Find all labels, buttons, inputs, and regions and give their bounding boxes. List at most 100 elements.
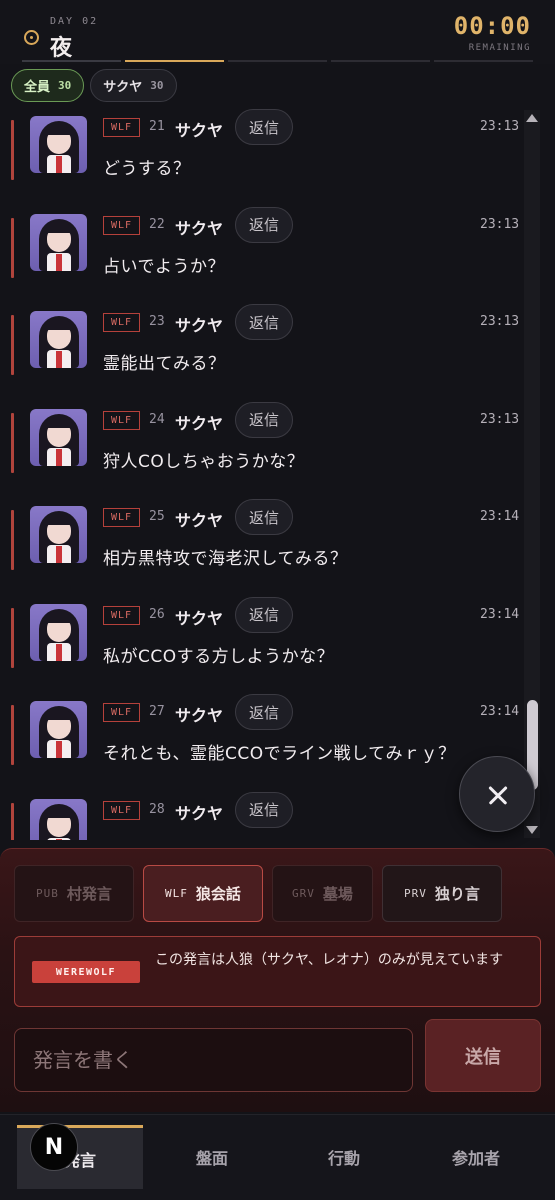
- channel-code: PUB: [36, 887, 59, 900]
- message-row: WLF 22 サクヤ 返信 23:13 占いでようか？: [0, 206, 520, 312]
- channel-color-bar: [11, 510, 14, 570]
- visibility-notice-text: この発言は人狼（サクヤ、レオナ）のみが見えています: [155, 952, 504, 968]
- message-text: 相方黒特攻で海老沢してみる？: [103, 549, 348, 569]
- progress-segment: [434, 60, 533, 62]
- avatar[interactable]: [30, 408, 87, 466]
- message-row: WLF 25 サクヤ 返信 23:14 相方黒特攻で海老沢してみる？: [0, 499, 520, 604]
- message-time: 23:14: [480, 704, 520, 719]
- avatar-ribbon: [56, 156, 62, 173]
- message-number: 22: [149, 216, 165, 232]
- filter-chip-label: サクヤ: [103, 80, 143, 95]
- message-number: 21: [149, 119, 165, 134]
- channel-badge: WLF: [103, 605, 140, 625]
- channel-label: 独り言: [434, 885, 480, 903]
- filter-chip-count: 30: [150, 79, 164, 92]
- avatar-ribbon: [56, 741, 62, 758]
- nav-tab-action[interactable]: 行動: [281, 1125, 407, 1189]
- message-text: 占いでようか？: [103, 256, 225, 277]
- speaker-name: サクヤ: [175, 706, 224, 725]
- channel-code: WLF: [165, 887, 188, 900]
- message-number: 25: [149, 509, 165, 524]
- progress-segment: [125, 60, 224, 62]
- channel-code: GRV: [292, 887, 315, 900]
- speaker-name: サクヤ: [175, 121, 224, 140]
- reply-button[interactable]: 返信: [235, 499, 293, 535]
- avatar[interactable]: [30, 116, 87, 173]
- message-text: それとも、霊能CCOでライン戦してみｒｙ？: [103, 744, 456, 764]
- avatar-ribbon: [56, 838, 62, 840]
- message-number: 24: [149, 411, 165, 427]
- message-time: 23:13: [480, 216, 520, 232]
- reply-button[interactable]: 返信: [235, 694, 293, 730]
- speaker-name: サクヤ: [175, 413, 224, 433]
- message-list[interactable]: WLF 21 サクヤ 返信 23:13 どうする？ WLF 22 サクヤ 返信 23:13 占いでよう…: [0, 108, 520, 840]
- phase-progress: [22, 60, 533, 62]
- filter-chip-sakuya[interactable]: サクヤ 30: [90, 69, 177, 102]
- channel-tab-grv[interactable]: GRV 墓場: [272, 865, 373, 922]
- channel-badge: WLF: [103, 800, 140, 820]
- channel-color-bar: [11, 315, 14, 375]
- channel-tab-pub[interactable]: PUB 村発言: [14, 865, 134, 922]
- scroll-up-arrow-icon[interactable]: [526, 114, 538, 122]
- message-time: 23:13: [480, 314, 520, 329]
- nav-tab-label: 行動: [327, 1149, 360, 1168]
- header: DAY 02 夜 00:00 REMAINING: [0, 0, 555, 64]
- avatar[interactable]: [30, 798, 87, 840]
- reply-button[interactable]: 返信: [235, 401, 293, 438]
- avatar-fringe: [45, 223, 73, 233]
- countdown-timer: 00:00: [453, 12, 531, 40]
- channel-code: PRV: [404, 887, 427, 900]
- channel-badge: WLF: [103, 118, 140, 137]
- avatar[interactable]: [30, 603, 87, 661]
- channel-label: 墓場: [322, 885, 353, 903]
- message-row: WLF 28 サクヤ返信何か面白い奇策がしたいわ: [0, 791, 520, 841]
- avatar-fringe: [45, 516, 73, 525]
- n-logo-icon[interactable]: N: [30, 1123, 78, 1171]
- channel-tab-wlf[interactable]: WLF 狼会話: [143, 865, 263, 922]
- avatar-fringe: [45, 321, 73, 330]
- message-row: WLF 23 サクヤ 返信 23:13 霊能出てみる？: [0, 304, 520, 409]
- progress-segment: [22, 60, 121, 62]
- reply-button[interactable]: 返信: [235, 304, 293, 340]
- filter-chip-label: 全員: [24, 80, 51, 95]
- avatar-fringe: [45, 808, 73, 818]
- reply-button[interactable]: 返信: [235, 109, 293, 145]
- channel-badge: WLF: [103, 313, 140, 332]
- nav-tab-label: 盤面: [195, 1149, 228, 1168]
- scroll-down-arrow-icon[interactable]: [526, 826, 538, 834]
- reply-button[interactable]: 返信: [235, 596, 293, 633]
- speaker-name: サクヤ: [175, 608, 224, 628]
- channel-label: 村発言: [66, 885, 112, 903]
- channel-badge: WLF: [103, 410, 140, 430]
- nav-tab-participants[interactable]: 参加者: [413, 1125, 539, 1189]
- channel-badge: WLF: [103, 703, 140, 722]
- channel-tab-prv[interactable]: PRV 独り言: [382, 865, 502, 922]
- avatar[interactable]: [30, 506, 87, 563]
- speaker-name: サクヤ: [175, 316, 224, 335]
- speaker-name: サクヤ: [175, 511, 224, 530]
- reply-button[interactable]: 返信: [235, 791, 293, 828]
- channel-color-bar: [11, 705, 14, 765]
- nav-tab-board[interactable]: 盤面: [149, 1125, 275, 1189]
- message-row: WLF 27 サクヤ 返信 23:14 それとも、霊能CCOでライン戦してみｒｙ？: [0, 694, 520, 799]
- reply-button[interactable]: 返信: [235, 206, 293, 243]
- channel-color-bar: [11, 412, 14, 473]
- message-text: 霊能出てみる？: [103, 354, 226, 374]
- filter-chip-all[interactable]: 全員 30: [11, 69, 85, 102]
- message-time: 23:14: [480, 606, 520, 622]
- avatar-ribbon: [56, 643, 62, 661]
- close-icon[interactable]: [459, 756, 535, 832]
- speaker-name: サクヤ: [175, 803, 224, 823]
- bottom-nav: 発言 盤面 行動 参加者: [0, 1114, 555, 1200]
- avatar[interactable]: [30, 213, 87, 271]
- message-input[interactable]: [14, 1028, 413, 1092]
- day-label: DAY 02: [50, 16, 99, 27]
- channel-tabs: PUB 村発言 WLF 狼会話 GRV 墓場 PRV 独り言: [14, 865, 502, 922]
- channel-badge: WLF: [103, 508, 140, 527]
- channel-label: 狼会話: [195, 885, 241, 903]
- message-row: WLF 26 サクヤ 返信 23:14 私がCCOする方しようかな？: [0, 596, 520, 702]
- message-text: 何か面白い奇策がしたいわ: [103, 837, 313, 841]
- avatar[interactable]: [30, 701, 87, 758]
- send-button[interactable]: 送信: [425, 1019, 541, 1092]
- avatar[interactable]: [30, 311, 87, 368]
